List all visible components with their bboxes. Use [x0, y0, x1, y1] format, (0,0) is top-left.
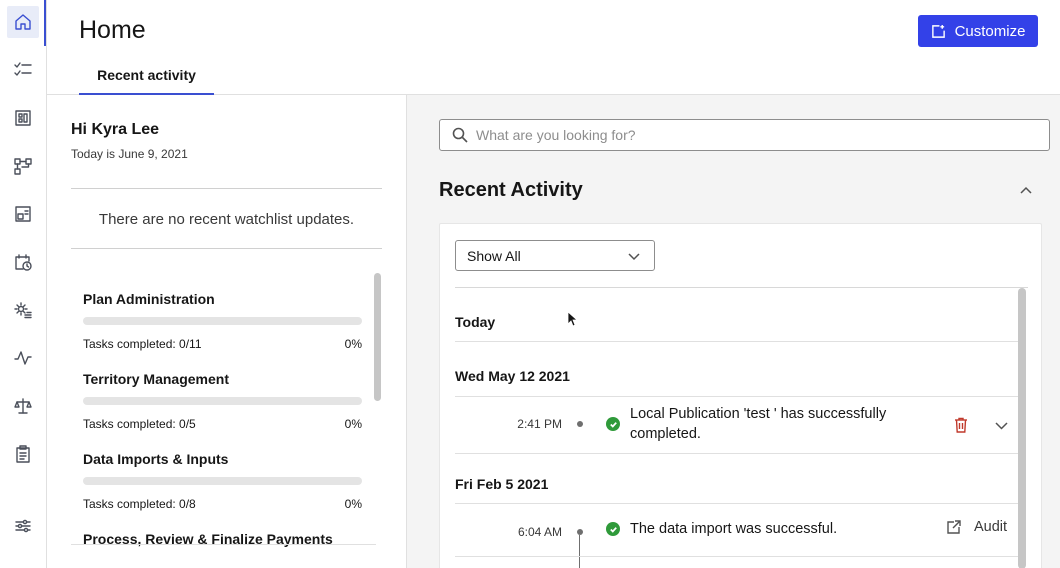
task-progress-bar — [83, 397, 362, 405]
recent-activity-title: Recent Activity — [439, 179, 583, 201]
task-completed-count: Tasks completed: 0/5 — [83, 417, 196, 431]
feed-divider — [455, 453, 1018, 454]
task-percent: 0% — [344, 337, 362, 351]
calendar-clock-icon — [15, 254, 32, 271]
greeting: Hi Kyra Lee — [71, 121, 160, 138]
scales-icon — [14, 398, 32, 414]
search-icon — [452, 127, 468, 143]
timeline-dot — [577, 529, 583, 535]
task-list: Plan Administration Tasks completed: 0/1… — [71, 270, 382, 568]
tab-label: Recent activity — [97, 67, 196, 83]
chevron-down-icon — [628, 252, 640, 260]
dashboard-icon — [15, 110, 31, 126]
search-box[interactable] — [439, 119, 1050, 151]
feed-divider — [455, 556, 1018, 557]
day-heading: Wed May 12 2021 — [455, 368, 570, 384]
entry-time: 2:41 PM — [517, 417, 562, 431]
task-group[interactable]: Data Imports & Inputs Tasks completed: 0… — [83, 451, 362, 511]
feed-scrollbar[interactable] — [1018, 288, 1026, 568]
settings-sliders-icon — [15, 519, 31, 533]
task-progress-bar — [83, 477, 362, 485]
customize-button[interactable]: Customize — [918, 15, 1038, 47]
mouse-cursor-icon — [567, 311, 577, 327]
nav-active-indicator — [44, 0, 46, 46]
task-list-bottom-edge — [71, 544, 376, 545]
workflow-icon — [14, 158, 32, 175]
entry-message: Local Publication 'test ' has successful… — [630, 406, 887, 442]
nav-rail — [0, 0, 47, 568]
activity-filter-select[interactable]: Show All — [455, 240, 655, 271]
task-group[interactable]: Territory Management Tasks completed: 0/… — [83, 371, 362, 431]
timeline-line — [579, 535, 580, 568]
page-header: Home Recent activity Customize — [47, 0, 1060, 95]
activity-panel: Recent Activity Show All Today Wed May 1… — [407, 95, 1060, 568]
task-progress-bar — [83, 317, 362, 325]
expand-entry-button[interactable] — [995, 419, 1009, 433]
layout-icon — [15, 206, 31, 222]
day-heading: Today — [455, 314, 496, 330]
divider — [71, 248, 382, 249]
task-percent: 0% — [344, 417, 362, 431]
success-icon — [606, 522, 620, 536]
tab-recent-activity[interactable]: Recent activity — [79, 58, 214, 95]
activity-entry[interactable]: 2:41 PM Local Publication 'test ' has su… — [455, 397, 1018, 453]
nav-workflow[interactable] — [7, 150, 39, 182]
search-input[interactable] — [476, 127, 1036, 143]
timeline-dot — [577, 421, 583, 427]
external-link-icon — [947, 519, 961, 534]
nav-reports[interactable] — [7, 438, 39, 470]
task-completed-count: Tasks completed: 0/8 — [83, 497, 196, 511]
nav-dashboard[interactable] — [7, 102, 39, 134]
activity-entry[interactable]: 6:04 AM The data import was successful. … — [455, 504, 1018, 568]
task-completed-count: Tasks completed: 0/11 — [83, 337, 202, 351]
home-icon — [15, 14, 31, 30]
nav-compliance[interactable] — [7, 390, 39, 422]
audit-label: Audit — [974, 519, 1008, 535]
chevron-down-icon — [995, 422, 1008, 430]
pulse-icon — [14, 351, 32, 365]
task-percent: 0% — [344, 497, 362, 511]
task-title: Territory Management — [83, 371, 229, 387]
page-title: Home — [79, 16, 146, 44]
checklist-icon — [14, 62, 32, 76]
day-heading: Fri Feb 5 2021 — [455, 476, 549, 492]
delete-entry-button[interactable] — [954, 417, 970, 433]
nav-checklist[interactable] — [7, 54, 39, 86]
entry-message: The data import was successful. — [630, 521, 838, 537]
task-title: Data Imports & Inputs — [83, 451, 229, 467]
nav-home[interactable] — [7, 6, 39, 38]
nav-layout[interactable] — [7, 198, 39, 230]
activity-card: Show All Today Wed May 12 2021 2:41 PM L… — [439, 223, 1042, 568]
activity-feed: Today Wed May 12 2021 2:41 PM Local Publ… — [455, 288, 1018, 568]
watchlist-empty-message: There are no recent watchlist updates. — [98, 211, 355, 228]
success-icon — [606, 417, 620, 431]
divider — [71, 188, 382, 189]
task-list-scrollbar[interactable] — [374, 273, 381, 401]
entry-time: 6:04 AM — [517, 525, 562, 539]
nav-settings[interactable] — [7, 510, 39, 542]
nav-analytics[interactable] — [7, 342, 39, 374]
today-date: Today is June 9, 2021 — [71, 147, 188, 161]
filter-value: Show All — [467, 247, 521, 264]
clipboard-icon — [16, 445, 30, 463]
task-title: Plan Administration — [83, 291, 215, 307]
customize-label: Customize — [954, 22, 1026, 40]
nav-schedule[interactable] — [7, 246, 39, 278]
gear-list-icon — [14, 302, 32, 319]
summary-panel: Hi Kyra Lee Today is June 9, 2021 There … — [47, 95, 407, 568]
trash-icon — [955, 417, 967, 433]
nav-configuration[interactable] — [7, 294, 39, 326]
customize-icon — [931, 24, 945, 38]
chevron-up-icon — [1020, 186, 1032, 194]
feed-divider — [455, 341, 1018, 342]
task-group[interactable]: Plan Administration Tasks completed: 0/1… — [83, 291, 362, 351]
audit-link[interactable]: Audit — [946, 519, 1007, 535]
collapse-section-button[interactable] — [1019, 183, 1033, 197]
